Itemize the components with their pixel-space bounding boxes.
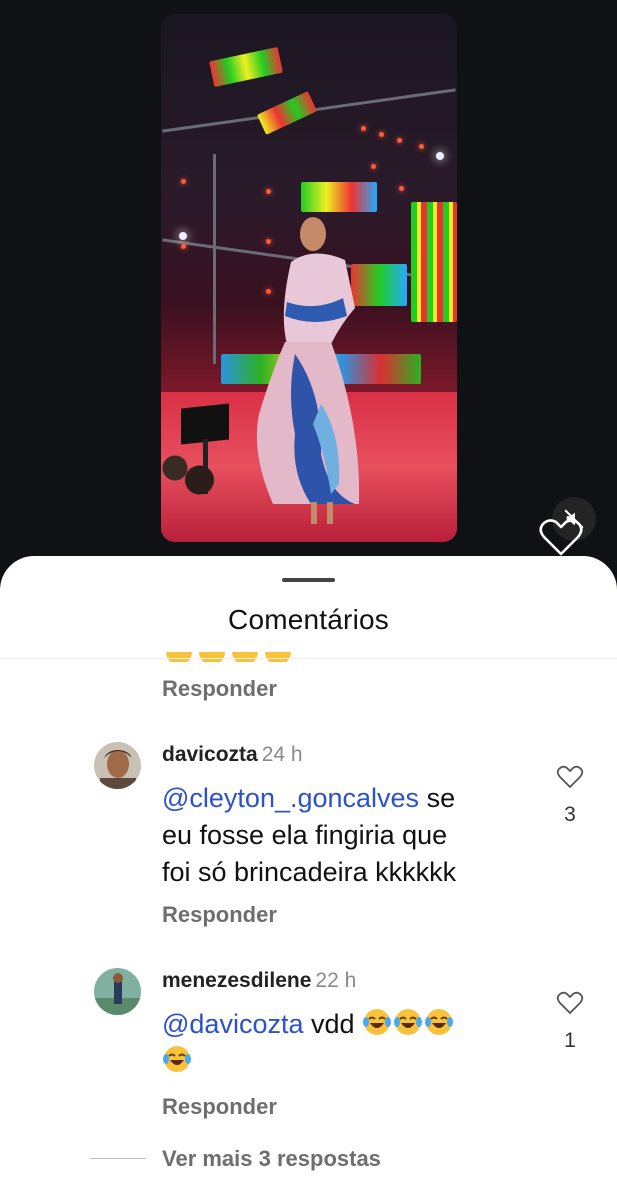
comments-sheet: Comentários Responder davicozta 24 h @cle…: [0, 556, 617, 1200]
comment-text-part: foi só brincadeira kkkkkk: [162, 857, 457, 887]
face-with-tears-of-joy-icon: [166, 652, 192, 662]
sheet-title: Comentários: [228, 604, 389, 635]
led-panel: [256, 91, 318, 135]
audience: [161, 444, 231, 504]
face-with-tears-of-joy-icon: [265, 652, 291, 662]
reply-button[interactable]: Responder: [162, 902, 277, 928]
comment-mention[interactable]: @davicozta: [162, 1009, 303, 1039]
stage-light: [361, 126, 366, 131]
face-with-tears-of-joy-icon: [232, 652, 258, 662]
stage-light: [397, 138, 402, 143]
view-more-replies-button[interactable]: Ver mais 3 respostas: [162, 1146, 381, 1172]
comment-mention[interactable]: @cleyton_.goncalves: [162, 783, 419, 813]
stage-light: [181, 179, 186, 184]
comment-text-part: se: [419, 783, 456, 813]
heart-outline-icon[interactable]: [556, 990, 584, 1016]
comment-time: 22 h: [315, 969, 357, 992]
stage-spotlight: [436, 152, 444, 160]
comment-text-part: eu fosse ela fingiria que: [162, 820, 448, 850]
led-panel: [209, 47, 283, 87]
stage-light: [266, 189, 271, 194]
stage-light: [371, 164, 376, 169]
comment-text: @cleyton_.goncalves se eu fosse ela fing…: [162, 780, 532, 891]
heart-outline-icon[interactable]: [556, 764, 584, 790]
reply-button[interactable]: Responder: [162, 1094, 277, 1120]
comment-username[interactable]: menezesdilene: [162, 969, 311, 992]
like-count: 3: [564, 803, 576, 826]
header-divider: [0, 658, 617, 659]
reel-video[interactable]: [161, 14, 457, 542]
stage-light: [379, 132, 384, 137]
stage-light: [181, 244, 186, 249]
comment-username[interactable]: davicozta: [162, 743, 258, 766]
stage-light: [399, 186, 404, 191]
comment-like: 3: [552, 764, 588, 827]
comment-like: 1: [552, 990, 588, 1053]
comment-text-part: vdd: [303, 1009, 355, 1039]
stage-light: [419, 144, 424, 149]
heart-outline-icon[interactable]: [538, 516, 584, 558]
face-with-tears-of-joy-icon: [425, 1009, 454, 1035]
face-with-tears-of-joy-icon: [394, 1009, 423, 1035]
previous-comment-emoji-row: [166, 652, 298, 662]
stage-spotlight: [179, 232, 187, 240]
performer-figure: [256, 217, 360, 524]
more-replies-line: [90, 1158, 146, 1159]
face-with-tears-of-joy-icon: [363, 1009, 392, 1035]
face-with-tears-of-joy-icon: [199, 652, 225, 662]
stage-truss: [213, 154, 216, 364]
like-count: 1: [564, 1029, 576, 1052]
avatar[interactable]: [94, 742, 141, 789]
face-with-tears-of-joy-icon: [163, 1046, 191, 1072]
comment-time: 24 h: [261, 743, 303, 766]
drag-handle[interactable]: [282, 578, 335, 582]
comment-text: @davicozta vdd: [162, 1006, 532, 1080]
reply-button[interactable]: Responder: [162, 676, 277, 702]
led-panel: [411, 202, 457, 322]
avatar[interactable]: [94, 968, 141, 1015]
